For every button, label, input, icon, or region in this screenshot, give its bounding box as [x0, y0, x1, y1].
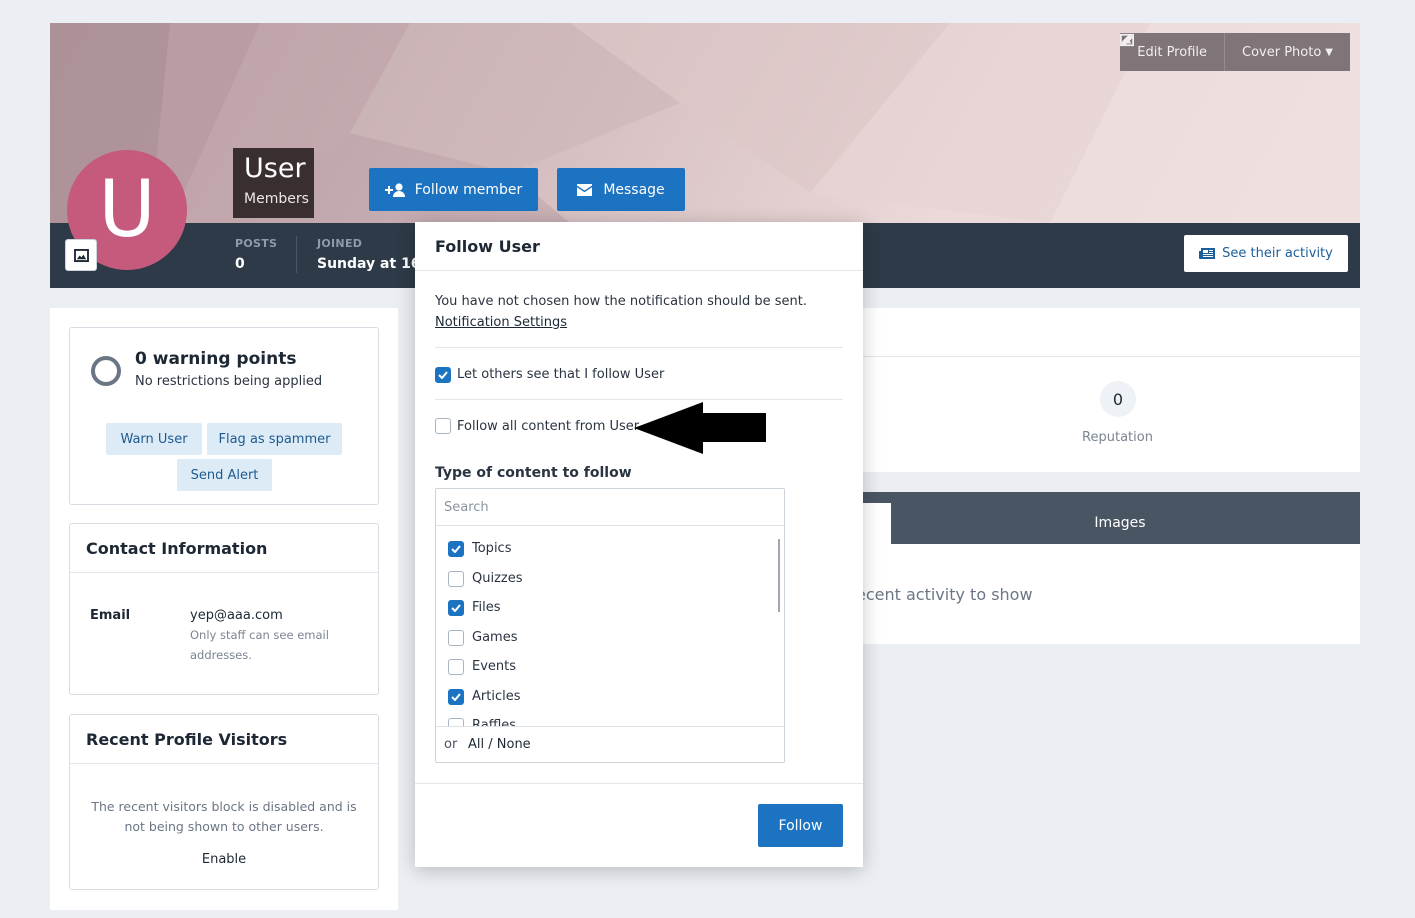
add-user-icon	[384, 182, 405, 197]
edit-profile-button[interactable]: Edit Profile	[1120, 33, 1224, 71]
let-others-label: Let others see that I follow User	[457, 367, 665, 382]
reputation-value: 0	[1100, 381, 1136, 417]
let-others-checkbox[interactable]	[435, 367, 451, 383]
profile-group: Members	[244, 191, 309, 207]
notification-settings-link[interactable]: Notification Settings	[435, 315, 567, 330]
content-type-list: Topics Quizzes Files Games Events Articles Raf…	[436, 526, 784, 726]
content-type-label: Files	[472, 600, 501, 615]
warning-subtitle: No restrictions being applied	[135, 374, 323, 389]
newspaper-icon	[1199, 248, 1216, 259]
profile-name-box: User Members	[233, 148, 314, 218]
follow-all-label: Follow all content from User	[457, 419, 640, 434]
recent-visitors-card: Recent Profile Visitors The recent visit…	[69, 714, 379, 890]
joined-label: JOINED	[317, 237, 363, 250]
content-type-checkbox[interactable]	[448, 541, 464, 557]
content-type-checkbox[interactable]	[448, 659, 464, 675]
recent-visitors-title: Recent Profile Visitors	[70, 715, 378, 764]
content-type-label: Raffles	[472, 718, 517, 726]
content-type-checkbox[interactable]	[448, 570, 464, 587]
visitors-text: The recent visitors block is disabled an…	[91, 799, 357, 814]
email-note-2: addresses.	[190, 648, 252, 662]
content-type-checkbox[interactable]	[448, 629, 464, 646]
visitors-text-2: not being shown to other users.	[124, 819, 324, 834]
flag-spammer-button[interactable]: Flag as spammer	[207, 423, 342, 455]
email-label: Email	[90, 608, 131, 623]
change-photo-button[interactable]	[65, 239, 97, 271]
content-type-checkbox[interactable]	[448, 600, 464, 616]
caret-down-icon: ▼	[1325, 46, 1333, 58]
content-type-checkbox[interactable]	[448, 688, 464, 705]
check-icon	[451, 692, 461, 701]
content-type-label: Topics	[472, 541, 512, 556]
contact-card: Contact Information Email yep@aaa.com On…	[69, 523, 379, 695]
follow-user-popup: Follow User You have not chosen how the …	[415, 222, 863, 867]
content-type-selector: Search Topics Quizzes Files Games Events Arti…	[435, 488, 785, 763]
image-icon	[1120, 33, 1135, 47]
tab-images[interactable]: Images	[1060, 515, 1180, 531]
see-activity-button[interactable]: See their activity	[1184, 235, 1348, 272]
content-type-heading: Type of content to follow	[435, 465, 632, 481]
cover-photo-button[interactable]: Cover Photo ▼	[1120, 33, 1350, 71]
email-value: yep@aaa.com	[190, 608, 283, 623]
follow-member-button[interactable]: Follow member	[369, 168, 538, 211]
send-alert-button[interactable]: Send Alert	[177, 459, 272, 491]
content-type-label: Quizzes	[472, 570, 523, 586]
warn-user-button[interactable]: Warn User	[106, 423, 202, 455]
content-type-checkbox[interactable]	[448, 718, 464, 726]
warning-ring-icon	[91, 356, 121, 386]
follow-all-checkbox[interactable]	[435, 418, 451, 434]
warnings-card: 0 warning points No restrictions being a…	[69, 327, 379, 505]
content-type-search-input[interactable]: Search	[436, 489, 784, 526]
envelope-icon	[577, 183, 593, 196]
list-scrollbar[interactable]	[778, 539, 780, 612]
notification-notice: You have not chosen how the notification…	[435, 294, 807, 309]
follow-button[interactable]: Follow	[758, 804, 843, 847]
image-icon	[73, 248, 89, 262]
content-type-label: Games	[472, 629, 518, 645]
select-all-none-link[interactable]: All / None	[468, 737, 531, 752]
content-type-label: Articles	[472, 688, 521, 704]
profile-name: User	[244, 153, 306, 184]
reputation-label: Reputation	[1082, 430, 1153, 445]
stat-divider	[296, 236, 297, 273]
warning-points-title: 0 warning points	[135, 349, 297, 369]
check-icon	[438, 371, 448, 379]
profile-sidebar: 0 warning points No restrictions being a…	[50, 308, 398, 910]
posts-value: 0	[235, 256, 245, 272]
check-icon	[451, 545, 461, 553]
message-button[interactable]: Message	[557, 168, 685, 211]
arrow-left-icon	[634, 402, 766, 454]
contact-title: Contact Information	[70, 524, 378, 573]
check-icon	[451, 604, 461, 612]
empty-activity-text: ecent activity to show	[856, 585, 1033, 604]
popup-title: Follow User	[435, 237, 540, 256]
enable-visitors-link[interactable]: Enable	[70, 852, 378, 867]
content-type-label: Events	[472, 659, 517, 674]
or-label: or	[444, 737, 458, 752]
email-note: Only staff can see email	[190, 628, 329, 642]
posts-label: POSTS	[235, 237, 278, 250]
